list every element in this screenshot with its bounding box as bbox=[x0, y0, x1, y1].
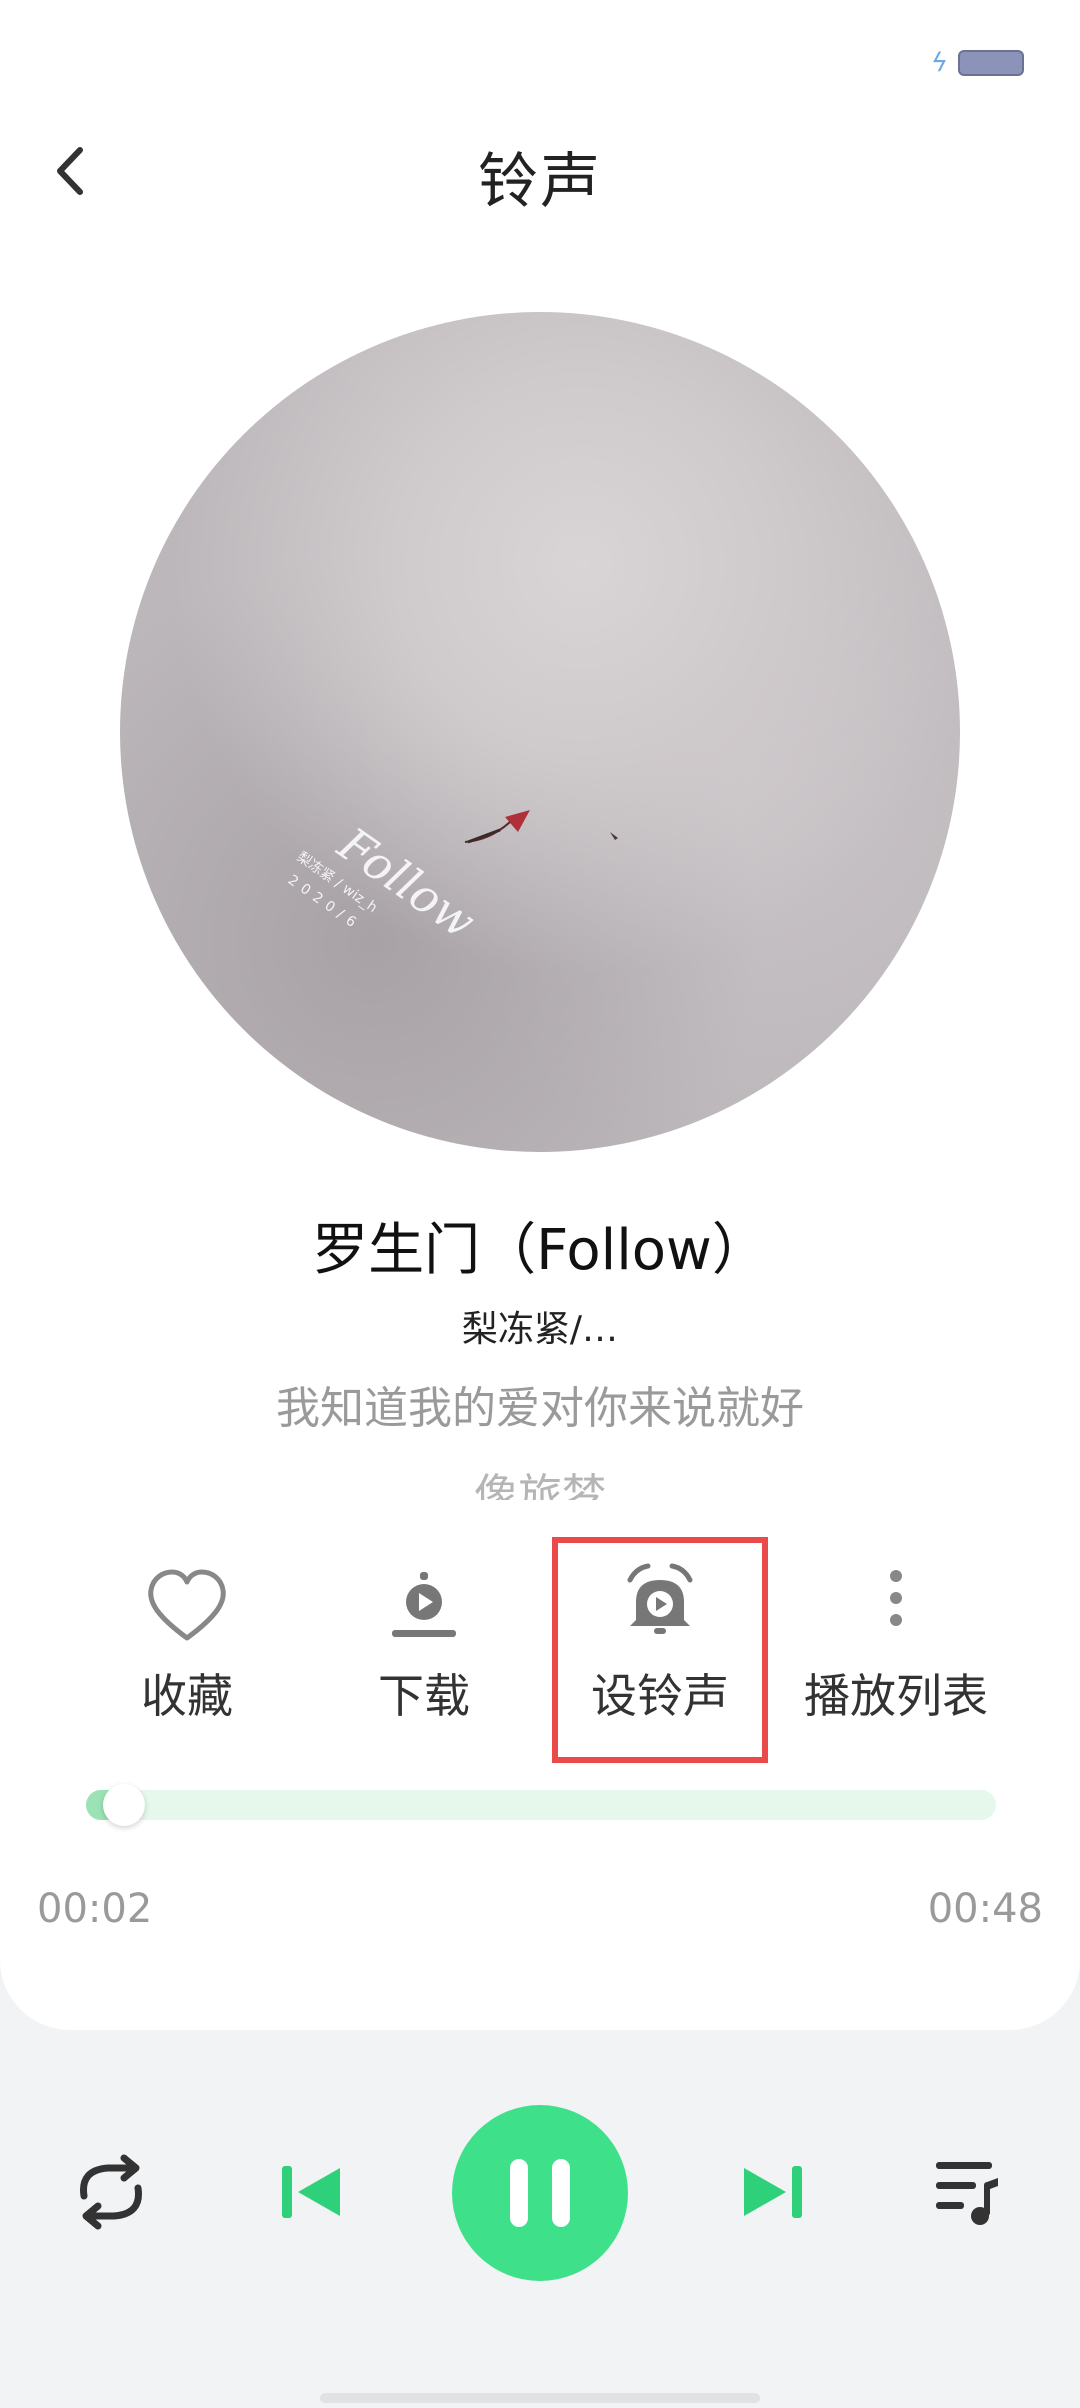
lyric-current-line: 我知道我的爱对你来说就好 bbox=[276, 1383, 804, 1434]
download-label: 下载 bbox=[378, 1669, 470, 1723]
download-icon bbox=[392, 1572, 456, 1637]
progress-slider[interactable] bbox=[86, 1784, 996, 1826]
pause-button[interactable] bbox=[452, 2105, 628, 2281]
status-bar: ϟ bbox=[931, 50, 1024, 76]
home-indicator[interactable] bbox=[320, 2393, 760, 2403]
playlist-button[interactable] bbox=[932, 2156, 1002, 2232]
favorite-label: 收藏 bbox=[141, 1669, 233, 1723]
pause-icon bbox=[510, 2159, 570, 2227]
total-time: 00:48 bbox=[927, 1886, 1043, 1932]
previous-icon bbox=[282, 2166, 340, 2218]
cover-title-text: Follow 梨冻紧 / wiz_h 2020/6 bbox=[285, 816, 486, 949]
next-button[interactable] bbox=[738, 2160, 808, 2228]
page-title: 铃声 bbox=[478, 147, 602, 217]
highlight-box bbox=[552, 1537, 768, 1763]
playlist-icon bbox=[936, 2162, 998, 2225]
next-icon bbox=[744, 2166, 802, 2218]
download-button[interactable]: 下载 bbox=[314, 1540, 534, 1740]
repeat-icon bbox=[80, 2154, 142, 2230]
favorite-button[interactable]: 收藏 bbox=[77, 1540, 297, 1740]
song-title: 罗生门（Follow） bbox=[312, 1218, 768, 1283]
heart-icon bbox=[148, 1569, 226, 1641]
album-cover: Follow 梨冻紧 / wiz_h 2020/6 bbox=[120, 312, 960, 1152]
action-bar: 收藏 下载 设铃声 播放列表 bbox=[0, 1540, 1080, 1740]
charging-icon: ϟ bbox=[930, 48, 948, 78]
player-card: ϟ 铃声 Follow 梨冻紧 / wiz_h 2020/6 罗生门（Follo… bbox=[0, 0, 1080, 2030]
playlist-menu-label: 播放列表 bbox=[804, 1669, 988, 1723]
previous-button[interactable] bbox=[276, 2160, 346, 2228]
progress-thumb[interactable] bbox=[103, 1784, 146, 1826]
lyric-next-line: 像旅梦 bbox=[474, 1470, 606, 1500]
artist-name: 梨冻紧/… bbox=[461, 1309, 619, 1350]
cover-artwork: Follow 梨冻紧 / wiz_h 2020/6 bbox=[285, 810, 618, 949]
playlist-menu-button[interactable]: 播放列表 bbox=[784, 1540, 1008, 1740]
current-time: 00:02 bbox=[37, 1886, 153, 1932]
battery-icon bbox=[958, 50, 1024, 76]
playback-controls bbox=[0, 2090, 1080, 2300]
repeat-button[interactable] bbox=[66, 2152, 156, 2236]
more-vertical-icon bbox=[890, 1570, 902, 1626]
